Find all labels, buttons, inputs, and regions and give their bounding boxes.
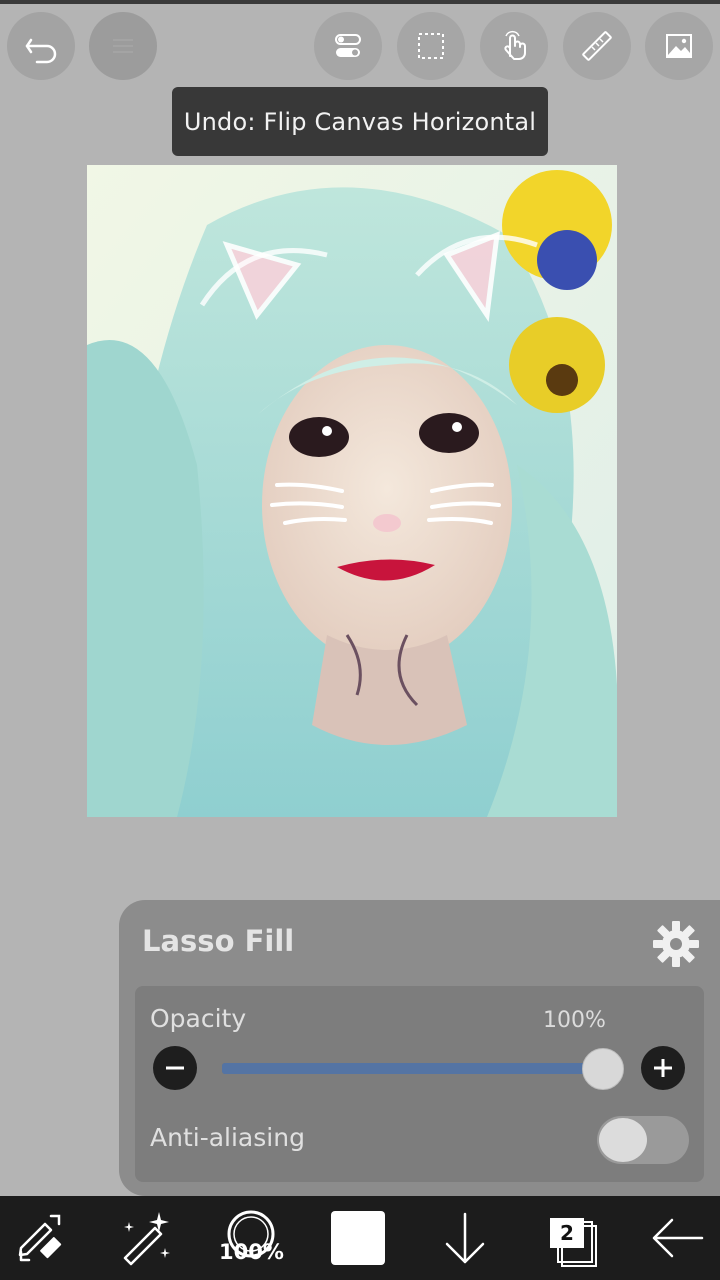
arrow-left-icon	[652, 1218, 704, 1258]
undo-button[interactable]	[7, 12, 75, 80]
ruler-button[interactable]	[563, 12, 631, 80]
opacity-slider-fill	[222, 1063, 614, 1074]
undo-toast: Undo: Flip Canvas Horizontal	[172, 87, 548, 156]
drawing-canvas[interactable]	[87, 165, 617, 817]
selection-button[interactable]	[397, 12, 465, 80]
plus-icon	[654, 1059, 672, 1077]
down-arrow-button[interactable]	[433, 1206, 497, 1270]
status-divider	[0, 0, 720, 4]
menu-icon	[113, 39, 133, 53]
lasso-fill-panel: Lasso Fill Opacity 100% Anti-aliasing	[119, 900, 720, 1196]
color-swatch-button[interactable]	[326, 1206, 390, 1270]
opacity-slider-thumb[interactable]	[582, 1048, 624, 1090]
layers-button[interactable]: 2	[540, 1206, 604, 1270]
toggle-settings-button[interactable]	[314, 12, 382, 80]
panel-settings-area: Opacity 100% Anti-aliasing	[135, 986, 704, 1182]
anti-aliasing-toggle[interactable]	[597, 1116, 689, 1164]
magic-wand-button[interactable]	[113, 1206, 177, 1270]
pen-eraser-swap-icon	[18, 1214, 62, 1262]
canvas-photo	[87, 165, 617, 817]
ruler-icon	[582, 31, 612, 61]
anti-aliasing-label: Anti-aliasing	[150, 1123, 305, 1152]
layer-count: 2	[550, 1218, 584, 1248]
toggle-knob	[599, 1118, 647, 1162]
magic-wand-icon	[123, 1212, 170, 1266]
toggle-switches-icon	[335, 34, 361, 57]
opacity-label: Opacity	[150, 1004, 247, 1033]
brush-size-button[interactable]: 100%	[219, 1206, 284, 1270]
opacity-increase-button[interactable]	[641, 1046, 685, 1090]
selection-rectangle-icon	[418, 33, 444, 59]
color-swatch-icon	[331, 1211, 385, 1265]
menu-button[interactable]	[89, 12, 157, 80]
minus-icon	[166, 1066, 184, 1070]
gear-icon[interactable]	[650, 918, 702, 970]
pen-eraser-swap-button[interactable]	[9, 1206, 73, 1270]
hand-touch-icon	[504, 30, 526, 60]
undo-arrow-icon	[25, 38, 57, 64]
bottom-toolbar: 100% 2	[0, 1196, 720, 1280]
brush-size-label: 100%	[219, 1240, 284, 1264]
opacity-decrease-button[interactable]	[153, 1046, 197, 1090]
opacity-value: 100%	[543, 1008, 606, 1033]
panel-title: Lasso Fill	[142, 924, 295, 958]
opacity-slider[interactable]	[222, 1063, 614, 1074]
gallery-button[interactable]	[645, 12, 713, 80]
hand-tool-button[interactable]	[480, 12, 548, 80]
toast-text: Undo: Flip Canvas Horizontal	[183, 107, 537, 136]
arrow-down-icon	[445, 1212, 485, 1264]
back-button[interactable]	[646, 1206, 710, 1270]
gallery-image-icon	[666, 34, 692, 58]
